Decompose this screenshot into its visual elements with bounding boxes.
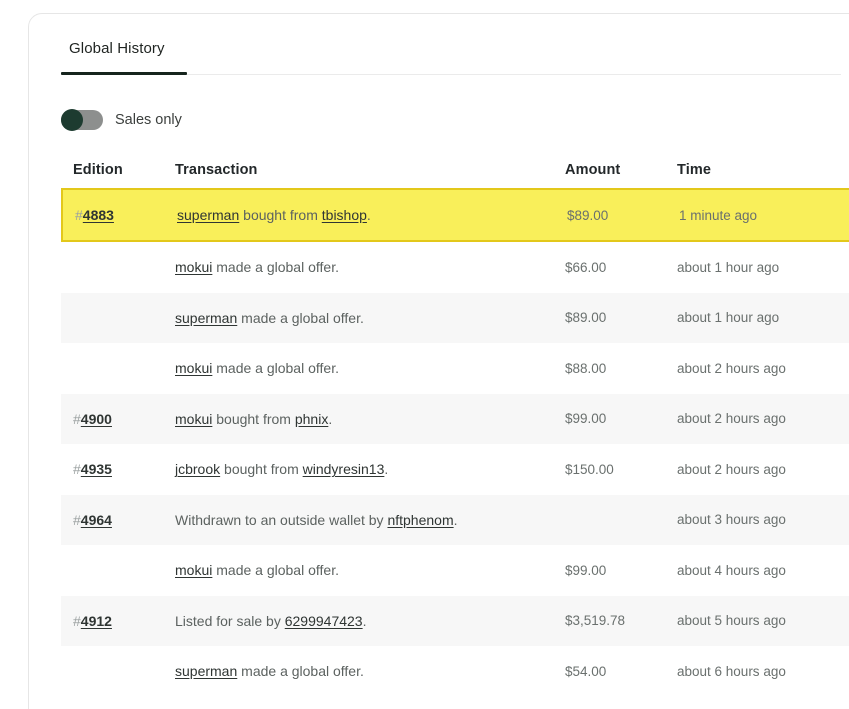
cell-edition[interactable]: #4935 <box>73 461 175 477</box>
transaction-text: bought from <box>212 411 295 427</box>
transaction-suffix: . <box>367 207 371 223</box>
actor-link[interactable]: mokui <box>175 360 212 376</box>
table-row[interactable]: #4900mokui bought from phnix.$99.00about… <box>61 394 849 445</box>
cell-time: about 3 hours ago <box>677 512 849 527</box>
cell-edition[interactable]: #4900 <box>73 411 175 427</box>
actor-link[interactable]: superman <box>175 310 237 326</box>
cell-edition <box>73 663 175 679</box>
sales-only-label: Sales only <box>115 112 182 128</box>
counterparty-link[interactable]: nftphenom <box>387 512 453 528</box>
cell-time: about 2 hours ago <box>677 361 849 376</box>
sales-only-toggle[interactable] <box>61 110 103 130</box>
edition-link[interactable]: #4935 <box>73 461 112 477</box>
cell-amount: $3,519.78 <box>565 613 677 628</box>
transaction-text: made a global offer. <box>237 663 364 679</box>
toggle-knob-icon <box>61 109 83 131</box>
actor-link[interactable]: jcbrook <box>175 461 220 477</box>
cell-edition <box>73 310 175 326</box>
cell-time: about 5 hours ago <box>677 613 849 628</box>
transaction-text: Listed for sale by <box>175 613 285 629</box>
cell-transaction: jcbrook bought from windyresin13. <box>175 461 565 477</box>
actor-link[interactable]: mokui <box>175 562 212 578</box>
cell-edition[interactable]: #4964 <box>73 512 175 528</box>
cell-transaction: Listed for sale by 6299947423. <box>175 613 565 629</box>
cell-edition <box>73 259 175 275</box>
cell-time: 1 minute ago <box>679 208 849 223</box>
cell-time: about 6 hours ago <box>677 664 849 679</box>
cell-transaction: superman bought from tbishop. <box>177 207 567 223</box>
transaction-text: Withdrawn to an outside wallet by <box>175 512 387 528</box>
table-row[interactable]: mokui made a global offer.$99.00about 4 … <box>61 545 849 596</box>
table-header-row: Edition Transaction Amount Time <box>61 152 849 188</box>
transaction-suffix: . <box>384 461 388 477</box>
transaction-text: bought from <box>239 207 322 223</box>
tab-active-indicator <box>61 72 187 75</box>
transaction-suffix: . <box>328 411 332 427</box>
tab-global-history[interactable]: Global History <box>61 40 173 71</box>
column-header-time: Time <box>677 162 849 178</box>
table-row[interactable]: mokui made a global offer.$88.00about 2 … <box>61 343 849 394</box>
transaction-text: made a global offer. <box>237 310 364 326</box>
counterparty-link[interactable]: phnix <box>295 411 328 427</box>
column-header-edition: Edition <box>73 162 175 178</box>
cell-transaction: superman made a global offer. <box>175 310 565 326</box>
global-history-card: Global History Sales only Edition Transa… <box>28 13 849 709</box>
cell-edition <box>73 360 175 376</box>
transaction-suffix: . <box>454 512 458 528</box>
table-row[interactable]: mokui made a global offer.$66.00about 1 … <box>61 242 849 293</box>
table-row[interactable]: #4883superman bought from tbishop.$89.00… <box>61 188 849 242</box>
edition-link[interactable]: #4964 <box>73 512 112 528</box>
table-row[interactable]: #4964 Withdrawn to an outside wallet by n… <box>61 495 849 546</box>
cell-transaction: mokui bought from phnix. <box>175 411 565 427</box>
actor-link[interactable]: mokui <box>175 411 212 427</box>
transaction-text: made a global offer. <box>212 562 339 578</box>
cell-time: about 4 hours ago <box>677 563 849 578</box>
transaction-suffix: . <box>363 613 367 629</box>
cell-time: about 2 hours ago <box>677 462 849 477</box>
actor-link[interactable]: superman <box>175 663 237 679</box>
cell-edition <box>73 562 175 578</box>
cell-transaction: mokui made a global offer. <box>175 360 565 376</box>
column-header-amount: Amount <box>565 162 677 178</box>
actor-link[interactable]: mokui <box>175 259 212 275</box>
actor-link[interactable]: superman <box>177 207 239 223</box>
cell-amount: $150.00 <box>565 462 677 477</box>
cell-amount: $66.00 <box>565 260 677 275</box>
counterparty-link[interactable]: tbishop <box>322 207 367 223</box>
cell-edition[interactable]: #4883 <box>75 207 177 223</box>
cell-amount: $54.00 <box>565 664 677 679</box>
table-row[interactable]: superman made a global offer.$54.00about… <box>61 646 849 697</box>
cell-amount: $89.00 <box>567 208 679 223</box>
cell-transaction: mokui made a global offer. <box>175 259 565 275</box>
transaction-text: made a global offer. <box>212 259 339 275</box>
table-row[interactable]: superman made a global offer.$89.00about… <box>61 293 849 344</box>
counterparty-link[interactable]: windyresin13 <box>303 461 385 477</box>
edition-link[interactable]: #4883 <box>75 207 114 223</box>
cell-amount: $99.00 <box>565 563 677 578</box>
sales-only-filter: Sales only <box>61 110 182 130</box>
table-row[interactable]: #4935jcbrook bought from windyresin13.$1… <box>61 444 849 495</box>
counterparty-link[interactable]: 6299947423 <box>285 613 363 629</box>
cell-time: about 1 hour ago <box>677 260 849 275</box>
table-body: #4883superman bought from tbishop.$89.00… <box>61 188 849 697</box>
transaction-text: bought from <box>220 461 303 477</box>
cell-transaction: mokui made a global offer. <box>175 562 565 578</box>
cell-amount: $99.00 <box>565 411 677 426</box>
cell-transaction: Withdrawn to an outside wallet by nftphe… <box>175 512 565 528</box>
column-header-transaction: Transaction <box>175 162 565 178</box>
page-root: Global History Sales only Edition Transa… <box>0 0 849 709</box>
transaction-text: made a global offer. <box>212 360 339 376</box>
cell-transaction: superman made a global offer. <box>175 663 565 679</box>
edition-link[interactable]: #4912 <box>73 613 112 629</box>
cell-amount: $89.00 <box>565 310 677 325</box>
cell-edition[interactable]: #4912 <box>73 613 175 629</box>
cell-time: about 1 hour ago <box>677 310 849 325</box>
edition-link[interactable]: #4900 <box>73 411 112 427</box>
table-row[interactable]: #4912Listed for sale by 6299947423.$3,51… <box>61 596 849 647</box>
cell-time: about 2 hours ago <box>677 411 849 426</box>
tab-bar: Global History <box>29 14 849 75</box>
cell-amount: $88.00 <box>565 361 677 376</box>
history-table: Edition Transaction Amount Time #4883 sup… <box>61 152 849 697</box>
